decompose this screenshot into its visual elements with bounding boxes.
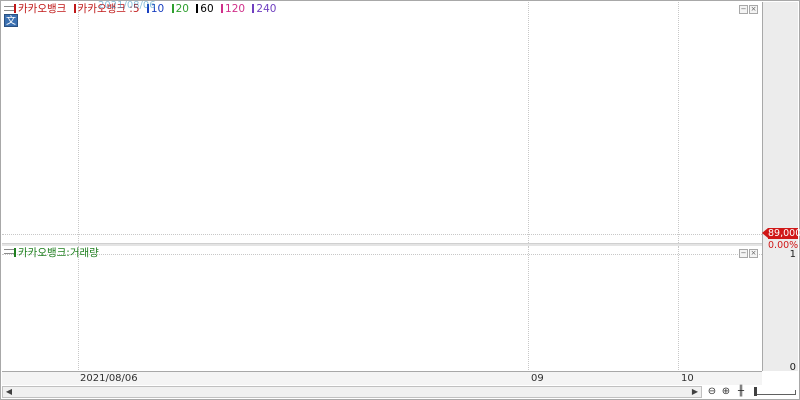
- grid-line: [678, 2, 679, 243]
- grid-line: [528, 246, 529, 370]
- minimize-pane-icon[interactable]: −: [739, 249, 748, 258]
- bar-count-icon[interactable]: ╫: [735, 386, 747, 398]
- legend-label: 20: [175, 3, 189, 15]
- legend-swatch: [171, 4, 174, 13]
- price-pane[interactable]: 카카오뱅크 카카오뱅크 :5 10 20 60 120 240 2021/08/…: [2, 0, 762, 244]
- x-axis-label: 10: [681, 373, 694, 384]
- x-axis-label: 09: [531, 373, 544, 384]
- text-tool-icon[interactable]: 文: [4, 14, 18, 27]
- current-price-tag: 89,000: [768, 228, 800, 239]
- grid-line: [2, 254, 762, 255]
- volume-pane[interactable]: 카카오뱅크:거래량 − ×: [2, 246, 762, 370]
- pane-drag-handle[interactable]: [4, 6, 14, 11]
- horizontal-scrollbar[interactable]: ◀ ▶: [2, 386, 702, 398]
- y-axis[interactable]: [762, 2, 798, 371]
- legend-item[interactable]: 60: [196, 3, 214, 16]
- legend-swatch: [252, 4, 255, 13]
- legend-swatch: [196, 4, 199, 13]
- scroll-right-icon[interactable]: ▶: [689, 387, 701, 397]
- legend-item[interactable]: 120: [221, 3, 245, 16]
- legend-swatch: [73, 4, 76, 13]
- grid-line: [78, 2, 79, 243]
- legend-item[interactable]: 카카오뱅크: [14, 3, 66, 16]
- legend-swatch: [14, 248, 16, 257]
- legend-label: 120: [225, 3, 246, 15]
- legend-swatch: [221, 4, 224, 13]
- legend-swatch: [14, 4, 16, 13]
- zoom-in-icon[interactable]: ⊕: [720, 386, 732, 398]
- volume-axis-min: 0: [789, 362, 796, 373]
- legend-label: 60: [200, 3, 214, 15]
- zoom-slider-handle[interactable]: [754, 387, 757, 396]
- volume-axis-max: 1: [789, 249, 796, 260]
- grid-line: [528, 2, 529, 243]
- minimize-pane-icon[interactable]: −: [739, 5, 748, 14]
- legend-label: 카카오뱅크:거래량: [18, 247, 99, 259]
- grid-line: [2, 234, 762, 235]
- zoom-slider-track[interactable]: [754, 390, 796, 395]
- pane-controls: − ×: [738, 3, 758, 14]
- x-axis[interactable]: 2021/08/06 09 10: [2, 371, 762, 385]
- close-pane-icon[interactable]: ×: [749, 5, 758, 14]
- close-pane-icon[interactable]: ×: [749, 249, 758, 258]
- zoom-toolbar: ⊖ ⊕ ╫: [704, 386, 798, 398]
- zoom-out-icon[interactable]: ⊖: [706, 386, 718, 398]
- pane-drag-handle[interactable]: [4, 249, 14, 254]
- legend-item[interactable]: 20: [171, 3, 189, 16]
- legend-label: 카카오뱅크: [18, 3, 67, 15]
- legend-item[interactable]: 240: [252, 3, 276, 16]
- scroll-left-icon[interactable]: ◀: [3, 387, 15, 397]
- grid-line: [78, 246, 79, 370]
- legend-label: 240: [256, 3, 277, 15]
- date-overlay: 2021/08/06: [98, 0, 156, 11]
- grid-line: [678, 246, 679, 370]
- volume-legend[interactable]: 카카오뱅크:거래량: [14, 247, 103, 260]
- x-axis-label: 2021/08/06: [80, 373, 138, 384]
- pane-controls: − ×: [738, 247, 758, 258]
